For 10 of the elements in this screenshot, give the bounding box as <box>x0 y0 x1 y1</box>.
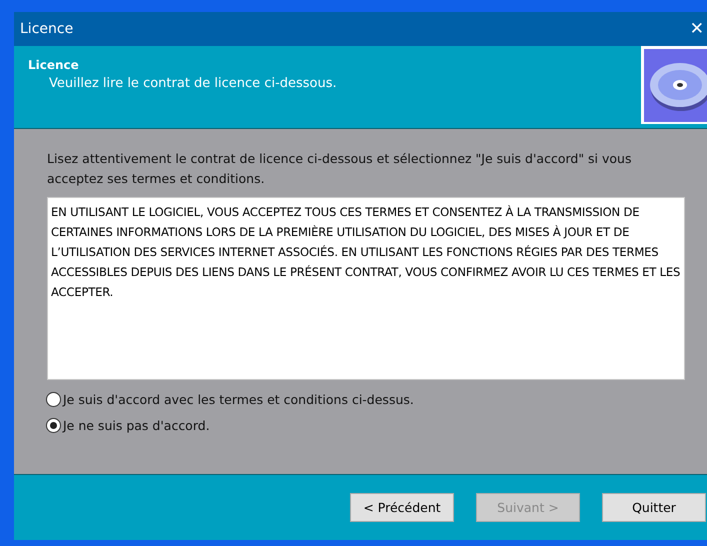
header-subtitle: Veuillez lire le contrat de licence ci-dessous. <box>48 76 337 91</box>
license-text: EN UTILISANT LE LOGICIEL, VOUS ACCEPTEZ TOUS CES TERMES ET CONSENTEZ À LA TRANSMISSION DE CERTAINES INFORMATIONS LORS DE LA PREMIÈRE UTILISATION DU LOGICIEL, DES MISES À JOUR ET DE L’UTILISATION DES SERVICES INTERNET ASSOCIÉS. EN UTILISANT LES FONCTIONS RÉGIES PAR DES TERMES ACCESSIBLES DEPUIS DES LIENS DANS LE PRÉSENT CONTRAT, VOUS CONFIRMEZ AVOIR LU CES TERMES ET LES ACCEPTER. <box>47 197 685 380</box>
radio-option[interactable]: Je suis d'accord avec les termes et conditions ci-dessus. <box>46 392 689 407</box>
header-title: Licence <box>28 58 80 72</box>
dialog-button[interactable]: < Précédent <box>350 493 454 522</box>
radio-option[interactable]: Je ne suis pas d'accord. <box>46 418 689 433</box>
dialog-button[interactable]: Quitter <box>602 493 706 522</box>
instructions-text: Lisez attentivement le contrat de licence ci-dessous et sélectionnez "Je suis d'accord" si vous acceptez ses termes et conditions. <box>47 150 632 188</box>
close-button[interactable]: ✕ <box>686 19 707 39</box>
window-title: Licence <box>20 21 74 37</box>
